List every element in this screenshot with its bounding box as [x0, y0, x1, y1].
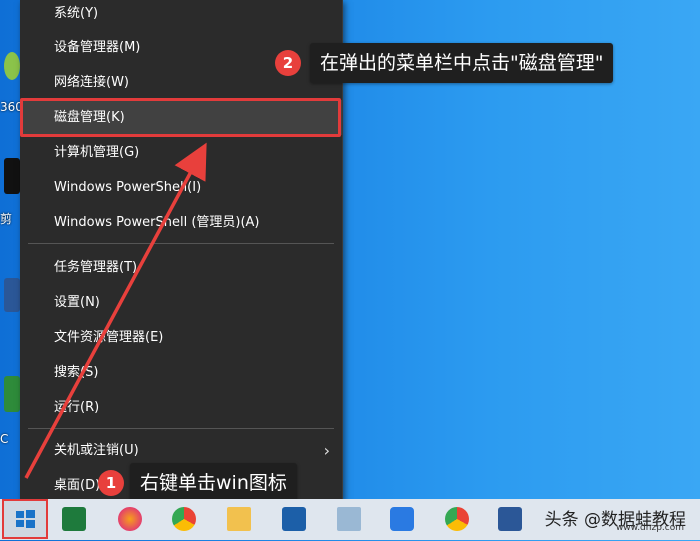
- menu-item-powershell-admin[interactable]: Windows PowerShell (管理员)(A): [20, 205, 342, 240]
- windows-start-icon: [16, 510, 35, 528]
- menu-item-task-manager[interactable]: 任务管理器(T): [20, 250, 342, 285]
- menu-separator: [28, 243, 334, 244]
- taskbar: 头条 @数据蛙教程 www.dnzp.com: [0, 499, 700, 540]
- excel-icon[interactable]: [62, 507, 86, 531]
- menu-item-computer-management[interactable]: 计算机管理(G): [20, 135, 342, 170]
- step-2-callout: 在弹出的菜单栏中点击"磁盘管理": [310, 43, 614, 83]
- menu-item-search[interactable]: 搜索(S): [20, 355, 342, 390]
- menu-separator: [28, 428, 334, 429]
- disk-management-highlight: [20, 98, 341, 137]
- menu-item-settings[interactable]: 设置(N): [20, 285, 342, 320]
- word-desktop-icon[interactable]: [4, 278, 20, 312]
- desktop-icon-label: 剪: [0, 212, 13, 226]
- chrome-icon[interactable]: [172, 507, 196, 531]
- menu-item-file-explorer[interactable]: 文件资源管理器(E): [20, 320, 342, 355]
- start-button[interactable]: [2, 499, 48, 539]
- winx-context-menu: 系统(Y) 设备管理器(M) 网络连接(W) 磁盘管理(K) 计算机管理(G) …: [20, 0, 343, 501]
- desktop-app-icon[interactable]: [4, 52, 20, 80]
- notepad-icon[interactable]: [337, 507, 361, 531]
- desktop-icons: 360 剪 C: [0, 0, 23, 495]
- desktop-app-icon[interactable]: [4, 158, 20, 194]
- word-icon[interactable]: [498, 507, 522, 531]
- watermark-url: www.dnzp.com: [615, 523, 684, 533]
- step-1-callout: 右键单击win图标: [130, 463, 297, 503]
- chrome-icon[interactable]: [445, 507, 469, 531]
- excel-desktop-icon[interactable]: [4, 376, 20, 412]
- desktop-icon-label: C: [0, 432, 9, 446]
- menu-item-system[interactable]: 系统(Y): [20, 0, 342, 31]
- menu-item-powershell[interactable]: Windows PowerShell(I): [20, 170, 342, 205]
- step-2-badge: 2: [275, 50, 301, 76]
- mail-icon[interactable]: [282, 507, 306, 531]
- file-explorer-icon[interactable]: [227, 507, 251, 531]
- step-1-badge: 1: [98, 470, 124, 496]
- phone-icon[interactable]: [390, 507, 414, 531]
- firefox-icon[interactable]: [118, 507, 142, 531]
- menu-item-run[interactable]: 运行(R): [20, 390, 342, 425]
- menu-item-label: 关机或注销(U): [54, 443, 139, 458]
- chevron-right-icon: ›: [323, 441, 330, 460]
